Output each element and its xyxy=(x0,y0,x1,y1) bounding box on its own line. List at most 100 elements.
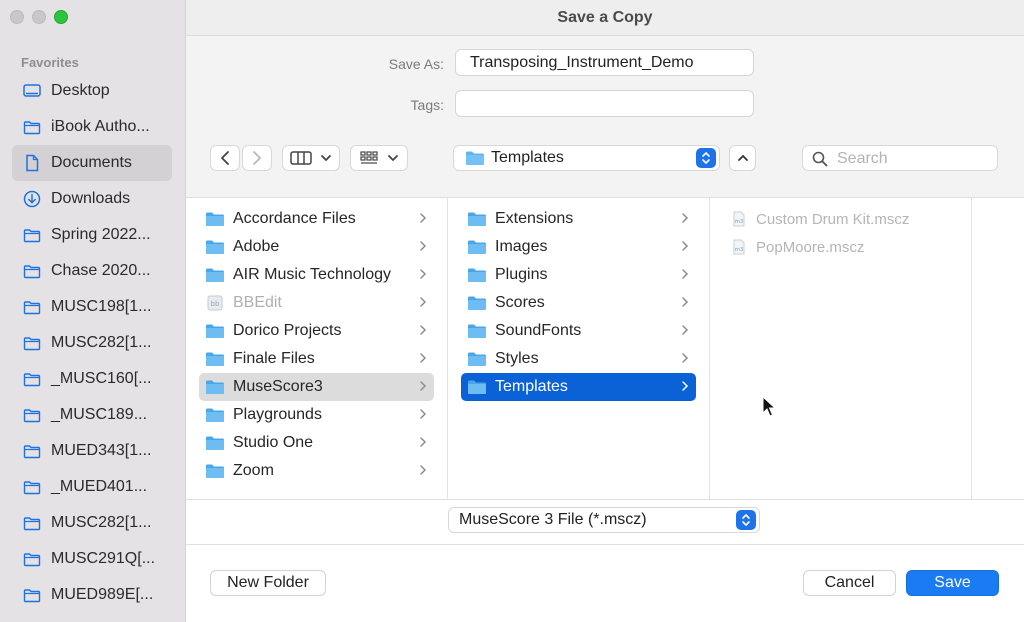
sidebar-item-label: MUED989E[... xyxy=(51,586,154,603)
folder-row[interactable]: Adobe xyxy=(199,233,434,261)
sidebar-item[interactable]: _MUSC189... xyxy=(12,397,172,433)
folder-row[interactable]: SoundFonts xyxy=(461,317,696,345)
sidebar-item-label: _MUSC189... xyxy=(51,406,148,423)
grid-icon xyxy=(360,151,378,164)
tags-field[interactable] xyxy=(455,90,754,117)
forward-button[interactable] xyxy=(242,145,272,171)
sidebar-item-label: Desktop xyxy=(51,82,110,99)
save-as-label: Save As: xyxy=(388,56,444,72)
file-row-label: PopMoore.mscz xyxy=(756,238,865,256)
close-window-button[interactable] xyxy=(10,10,24,24)
save-button[interactable]: Save xyxy=(906,570,999,596)
back-button[interactable] xyxy=(210,145,240,171)
tags-label: Tags: xyxy=(410,97,444,113)
sidebar-item[interactable]: MUED343[1... xyxy=(12,433,172,469)
column-documents: Accordance Files Adobe AIR Music Technolog… xyxy=(186,198,448,500)
folder-row[interactable]: Images xyxy=(461,233,696,261)
dialog-title: Save a Copy xyxy=(557,9,653,26)
column-empty xyxy=(972,198,1024,500)
folder-row[interactable]: Accordance Files xyxy=(199,205,434,233)
folder-row-label: AIR Music Technology xyxy=(233,266,391,283)
folder-icon xyxy=(467,239,487,255)
folder-row[interactable]: Dorico Projects xyxy=(199,317,434,345)
location-popup[interactable]: Templates xyxy=(453,145,720,171)
chevron-down-icon xyxy=(321,155,331,162)
column-browser: Accordance Files Adobe AIR Music Technolog… xyxy=(186,198,1024,500)
folder-row[interactable]: MuseScore3 xyxy=(199,373,434,401)
chevron-right-icon xyxy=(680,323,690,337)
folder-icon xyxy=(467,267,487,283)
sidebar-item[interactable]: Documents xyxy=(12,145,172,181)
mouse-pointer-icon xyxy=(762,396,776,417)
folder-row[interactable]: Templates xyxy=(461,373,696,401)
chevron-right-icon xyxy=(418,351,428,365)
sidebar-item-label: MUSC282[1... xyxy=(51,334,152,351)
folder-row[interactable]: Studio One xyxy=(199,429,434,457)
folder-row-label: MuseScore3 xyxy=(233,378,323,395)
folder-icon xyxy=(23,550,41,568)
folder-row[interactable]: Finale Files xyxy=(199,345,434,373)
sidebar-item-label: MUED343[1... xyxy=(51,442,152,459)
save-as-field[interactable]: Transposing_Instrument_Demo xyxy=(455,49,754,76)
sidebar-item[interactable]: _MUSC160[... xyxy=(12,361,172,397)
folder-icon xyxy=(23,118,41,136)
search-field[interactable]: Search xyxy=(802,145,998,171)
chevron-right-icon xyxy=(418,239,428,253)
folder-row[interactable]: Scores xyxy=(461,289,696,317)
folder-row[interactable]: Plugins xyxy=(461,261,696,289)
chevron-left-icon xyxy=(221,151,229,165)
folder-row[interactable]: Zoom xyxy=(199,457,434,485)
folder-row-label: Accordance Files xyxy=(233,210,356,227)
zoom-window-button[interactable] xyxy=(54,10,68,24)
sidebar-item[interactable]: Downloads xyxy=(12,181,172,217)
folder-row-label: Studio One xyxy=(233,434,314,451)
sidebar-item[interactable]: Spring 2022... xyxy=(12,217,172,253)
chevron-right-icon xyxy=(418,267,428,281)
cancel-button[interactable]: Cancel xyxy=(803,570,896,596)
chevron-down-icon xyxy=(388,155,398,162)
document-icon xyxy=(23,154,41,172)
folder-row-label: Finale Files xyxy=(233,350,315,367)
sidebar-item[interactable]: Desktop xyxy=(12,73,172,109)
expand-collapse-button[interactable] xyxy=(729,145,756,171)
sidebar-item[interactable]: Chase 2020... xyxy=(12,253,172,289)
folder-icon xyxy=(23,298,41,316)
minimize-window-button[interactable] xyxy=(32,10,46,24)
chevron-right-icon xyxy=(418,323,428,337)
folder-icon xyxy=(205,435,225,451)
new-folder-button[interactable]: New Folder xyxy=(210,570,326,596)
column-templates: m3 Custom Drum Kit.mscz m3 PopMoore.mscz xyxy=(710,198,972,500)
sidebar-item-label: iBook Autho... xyxy=(51,118,150,135)
folder-row-label: Scores xyxy=(495,294,545,311)
sidebar-item[interactable]: iBook Autho... xyxy=(12,109,172,145)
folder-row-label: Plugins xyxy=(495,266,548,283)
folder-row-label: Playgrounds xyxy=(233,406,322,423)
favorites-header: Favorites xyxy=(21,55,79,70)
folder-row[interactable]: bb BBEdit xyxy=(199,289,434,317)
folder-row-label: Extensions xyxy=(495,210,574,227)
folder-icon xyxy=(467,323,487,339)
file-format-stepper xyxy=(736,510,756,530)
folder-icon xyxy=(205,267,225,283)
folder-icon xyxy=(23,406,41,424)
sidebar-item[interactable]: MUSC291Q[... xyxy=(12,541,172,577)
folder-row[interactable]: AIR Music Technology xyxy=(199,261,434,289)
sidebar-item[interactable]: MUSC282[1... xyxy=(12,325,172,361)
folder-row[interactable]: Extensions xyxy=(461,205,696,233)
desktop-icon xyxy=(23,82,41,100)
view-mode-button[interactable] xyxy=(282,145,340,171)
folder-row[interactable]: Styles xyxy=(461,345,696,373)
folder-row[interactable]: Playgrounds xyxy=(199,401,434,429)
column-musescore3: Extensions Images Plugins Scores SoundFonts S… xyxy=(448,198,710,500)
sidebar-item[interactable]: MUSC198[1... xyxy=(12,289,172,325)
sidebar-item[interactable]: MUSC282[1... xyxy=(12,505,172,541)
file-format-popup[interactable]: MuseScore 3 File (*.mscz) xyxy=(448,507,760,533)
svg-text:m3: m3 xyxy=(735,247,744,253)
sidebar-item[interactable]: MUED989E[... xyxy=(12,577,172,613)
chevron-right-icon xyxy=(418,295,428,309)
folder-icon xyxy=(23,442,41,460)
group-button[interactable] xyxy=(350,145,408,171)
folder-icon xyxy=(205,407,225,423)
folder-row-label: Dorico Projects xyxy=(233,322,342,339)
sidebar-item[interactable]: _MUED401... xyxy=(12,469,172,505)
